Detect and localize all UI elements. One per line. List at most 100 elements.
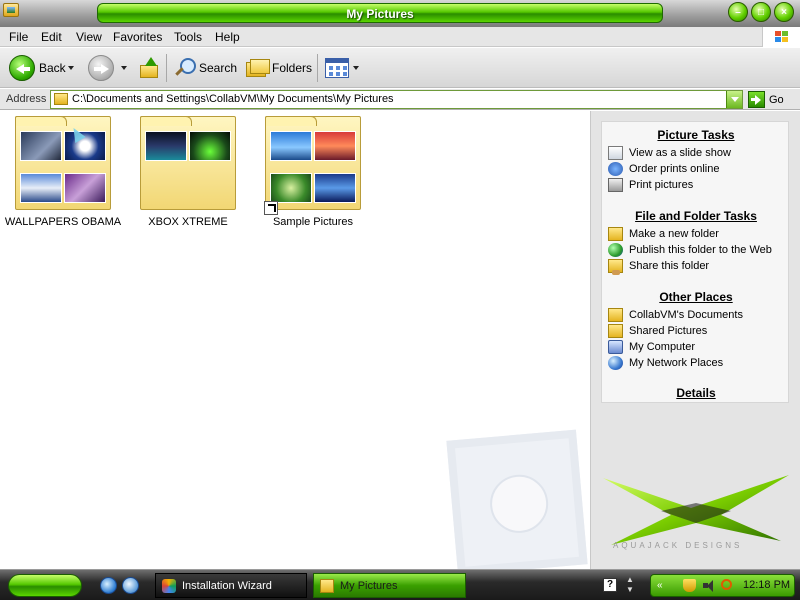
menu-view[interactable]: View xyxy=(76,30,102,44)
maximize-button[interactable]: □ xyxy=(751,2,771,22)
printer-icon xyxy=(608,178,623,192)
file-folder-tasks-header[interactable]: File and Folder Tasks xyxy=(602,209,790,223)
views-button[interactable] xyxy=(325,54,359,82)
shortcut-arrow-icon xyxy=(264,201,278,215)
task-order-prints[interactable]: Order prints online xyxy=(608,161,720,177)
folder-thumbnail xyxy=(264,116,361,215)
place-label: My Network Places xyxy=(629,357,724,369)
up-folder-button[interactable] xyxy=(138,54,160,82)
file-list-pane[interactable]: WALLPAPERS OBAMA XBOX XTREME Sample Pict… xyxy=(0,111,590,569)
internet-explorer-icon[interactable] xyxy=(100,577,117,594)
shared-folder-icon xyxy=(608,324,623,338)
folder-name: Sample Pictures xyxy=(272,216,354,228)
address-value: C:\Documents and Settings\CollabVM\My Do… xyxy=(72,93,394,105)
folder-thumbnail xyxy=(15,116,111,210)
title-bar[interactable]: My Pictures – □ × xyxy=(0,0,800,27)
place-network[interactable]: My Network Places xyxy=(608,355,723,371)
menu-edit[interactable]: Edit xyxy=(41,30,62,44)
chevron-left-icon[interactable]: « xyxy=(657,579,670,592)
toolbar: Back Search Folders xyxy=(0,48,800,88)
network-icon xyxy=(608,356,623,370)
task-label: Share this folder xyxy=(629,260,710,272)
windows-logo-icon xyxy=(762,27,800,47)
folder-item[interactable]: XBOX XTREME xyxy=(128,116,248,228)
task-label: Print pictures xyxy=(629,179,694,191)
folders-icon xyxy=(246,59,270,77)
documents-folder-icon xyxy=(608,308,623,322)
task-print-pictures[interactable]: Print pictures xyxy=(608,177,693,193)
place-label: CollabVM's Documents xyxy=(629,309,743,321)
clock[interactable]: 12:18 PM xyxy=(743,579,790,591)
folder-item[interactable]: WALLPAPERS OBAMA xyxy=(3,116,123,228)
maximize-icon: □ xyxy=(757,6,765,18)
other-places-header[interactable]: Other Places xyxy=(602,290,790,304)
task-label: Order prints online xyxy=(629,163,720,175)
search-tray-icon[interactable] xyxy=(721,579,732,590)
menu-tools[interactable]: Tools xyxy=(174,30,202,44)
taskbar-button-installation-wizard[interactable]: Installation Wizard xyxy=(155,573,307,598)
menu-help[interactable]: Help xyxy=(215,30,240,44)
search-icon xyxy=(173,57,196,79)
close-icon: × xyxy=(781,6,787,18)
minimize-icon: – xyxy=(735,6,741,18)
tray-scroll-icon[interactable]: ▲ ▼ xyxy=(626,575,636,595)
security-shield-icon[interactable] xyxy=(683,579,696,592)
details-header[interactable]: Details xyxy=(602,386,790,400)
volume-icon[interactable] xyxy=(703,579,716,592)
go-arrow-icon xyxy=(748,91,765,108)
task-pane: Picture Tasks View as a slide show Order… xyxy=(590,111,800,569)
brand-caption: AQUAJACK DESIGNS xyxy=(613,541,743,550)
folder-icon xyxy=(320,578,334,593)
watermark-logo xyxy=(446,429,588,569)
folder-thumbnail xyxy=(140,116,236,210)
folder-icon xyxy=(54,93,68,105)
title-pill: My Pictures xyxy=(97,3,663,23)
toolbar-separator xyxy=(317,54,318,82)
address-dropdown-button[interactable] xyxy=(726,91,742,108)
menu-favorites[interactable]: Favorites xyxy=(113,30,162,44)
search-button[interactable]: Search xyxy=(173,54,237,82)
folders-button[interactable]: Folders xyxy=(246,54,312,82)
window-title: My Pictures xyxy=(346,7,414,21)
folder-name: XBOX XTREME xyxy=(148,216,228,228)
computer-icon xyxy=(608,340,623,354)
minimize-button[interactable]: – xyxy=(728,2,748,22)
toolbar-separator xyxy=(166,54,167,82)
place-shared-pictures[interactable]: Shared Pictures xyxy=(608,323,707,339)
place-my-documents[interactable]: CollabVM's Documents xyxy=(608,307,743,323)
place-label: Shared Pictures xyxy=(629,325,708,337)
start-button[interactable] xyxy=(8,574,82,597)
task-publish-web[interactable]: Publish this folder to the Web xyxy=(608,242,772,258)
forward-button[interactable] xyxy=(88,54,114,82)
task-label: View as a slide show xyxy=(629,147,731,159)
help-icon[interactable]: ? xyxy=(603,578,617,592)
views-icon xyxy=(325,58,349,78)
folder-item[interactable]: Sample Pictures xyxy=(253,116,373,228)
task-label: Make a new folder xyxy=(629,228,719,240)
address-label: Address xyxy=(6,93,47,105)
my-pictures-icon[interactable] xyxy=(3,3,19,17)
close-button[interactable]: × xyxy=(774,2,794,22)
menu-file[interactable]: File xyxy=(9,30,28,44)
task-view-slideshow[interactable]: View as a slide show xyxy=(608,145,731,161)
taskbar-button-my-pictures[interactable]: My Pictures xyxy=(313,573,466,598)
slideshow-icon xyxy=(608,146,623,160)
browser-icon[interactable] xyxy=(122,577,139,594)
task-label: Publish this folder to the Web xyxy=(629,244,772,256)
picture-tasks-header[interactable]: Picture Tasks xyxy=(602,128,790,142)
folders-label: Folders xyxy=(272,61,313,75)
globe-icon xyxy=(608,243,623,257)
back-history-dropdown[interactable] xyxy=(68,63,74,73)
chevron-down-icon xyxy=(68,66,74,70)
address-bar: Address C:\Documents and Settings\Collab… xyxy=(0,89,800,110)
back-label: Back xyxy=(39,61,66,75)
go-button[interactable]: Go xyxy=(748,90,784,109)
forward-history-dropdown[interactable] xyxy=(121,63,127,73)
installer-icon xyxy=(162,578,176,593)
place-my-computer[interactable]: My Computer xyxy=(608,339,695,355)
back-button[interactable]: Back xyxy=(9,54,66,82)
task-new-folder[interactable]: Make a new folder xyxy=(608,226,719,242)
taskbar: Installation Wizard My Pictures ? ▲ ▼ « 1… xyxy=(0,569,800,600)
address-input[interactable]: C:\Documents and Settings\CollabVM\My Do… xyxy=(50,90,743,109)
task-share-folder[interactable]: Share this folder xyxy=(608,258,710,275)
